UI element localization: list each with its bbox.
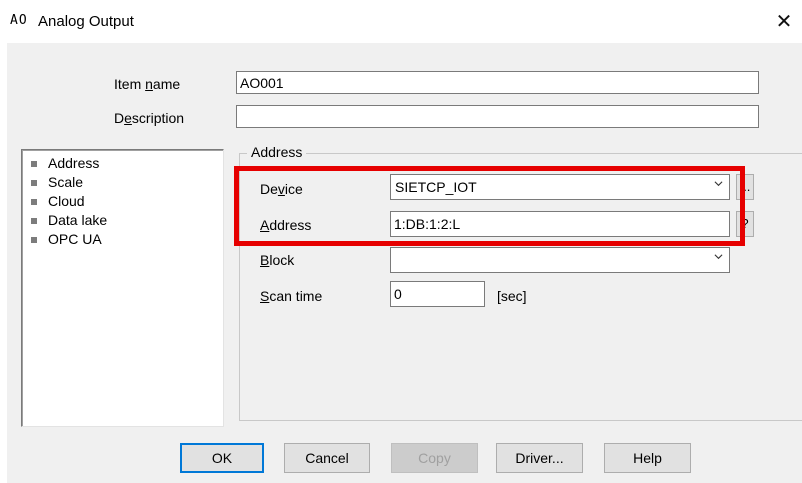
help-button[interactable]: Help [604, 443, 691, 473]
item-name-label: Item name [114, 76, 181, 92]
window-title: Analog Output [38, 13, 134, 30]
dialog-client: Item name Description Address Scale Clou… [7, 43, 802, 483]
scan-time-input[interactable] [390, 281, 485, 307]
cancel-button[interactable]: Cancel [284, 443, 370, 473]
address-help-button[interactable]: ? [736, 211, 754, 237]
device-browse-button[interactable]: ... [736, 174, 754, 200]
title-bar: AO Analog Output ✕ [0, 0, 802, 43]
item-name-input[interactable] [236, 71, 759, 94]
device-combobox[interactable]: SIETCP_IOT [390, 174, 730, 200]
bullet-icon [31, 199, 37, 205]
list-item-scale[interactable]: Scale [22, 173, 223, 192]
list-item-address[interactable]: Address [22, 154, 223, 173]
description-label: Description [114, 110, 185, 126]
list-item-opc-ua[interactable]: OPC UA [22, 230, 223, 249]
ao-icon: AO [10, 13, 28, 28]
chevron-down-icon [714, 254, 723, 260]
scan-time-unit: [sec] [497, 288, 527, 304]
bullet-icon [31, 218, 37, 224]
analog-output-dialog: AO Analog Output ✕ Item name Description… [0, 0, 802, 483]
close-icon[interactable]: ✕ [770, 8, 798, 36]
address-label: Address [260, 217, 312, 233]
copy-button: Copy [391, 443, 478, 473]
list-item-data-lake[interactable]: Data lake [22, 211, 223, 230]
category-list[interactable]: Address Scale Cloud Data lake OPC UA [21, 149, 224, 427]
ok-button[interactable]: OK [180, 443, 264, 473]
chevron-down-icon [714, 181, 723, 187]
device-label: Device [260, 181, 303, 197]
driver-button[interactable]: Driver... [496, 443, 583, 473]
bullet-icon [31, 161, 37, 167]
description-input[interactable] [236, 105, 759, 128]
address-input[interactable] [390, 211, 730, 237]
block-label: Block [260, 252, 295, 268]
bullet-icon [31, 237, 37, 243]
scan-time-label: Scan time [260, 288, 323, 304]
block-combobox[interactable] [390, 247, 730, 273]
bullet-icon [31, 180, 37, 186]
list-item-cloud[interactable]: Cloud [22, 192, 223, 211]
device-value: SIETCP_IOT [395, 179, 477, 195]
address-group-title: Address [247, 144, 307, 160]
